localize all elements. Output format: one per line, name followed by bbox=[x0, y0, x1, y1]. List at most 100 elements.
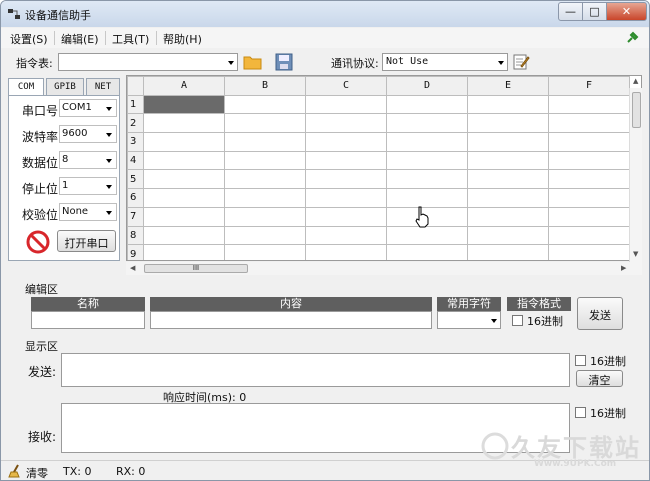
grid-cell[interactable] bbox=[305, 169, 387, 190]
menu-tools[interactable]: 工具(T) bbox=[112, 31, 149, 47]
grid-cell[interactable] bbox=[305, 113, 387, 134]
grid-vertical-scrollbar[interactable]: ▲ ▼ bbox=[629, 77, 642, 262]
grid-cell[interactable] bbox=[143, 132, 225, 152]
cmd-table-select[interactable] bbox=[58, 53, 238, 71]
grid-cell[interactable] bbox=[305, 150, 387, 171]
grid-corner[interactable] bbox=[127, 76, 144, 96]
clear-send-button[interactable]: 清空 bbox=[576, 370, 623, 387]
scroll-left-icon[interactable]: ◀ bbox=[130, 264, 135, 272]
clear-counters-button[interactable]: 清零 bbox=[26, 465, 48, 480]
grid-cell[interactable] bbox=[386, 244, 468, 260]
common-char-select[interactable] bbox=[437, 311, 501, 329]
grid-cell[interactable] bbox=[224, 206, 306, 227]
grid-cell[interactable] bbox=[143, 206, 225, 227]
name-input[interactable] bbox=[31, 311, 145, 329]
grid-cell[interactable] bbox=[224, 225, 306, 246]
column-header-b[interactable]: B bbox=[224, 76, 306, 96]
row-header[interactable]: 4 bbox=[127, 150, 144, 171]
content-input[interactable] bbox=[150, 311, 432, 329]
protocol-select[interactable]: Not Use bbox=[382, 53, 508, 71]
grid-cell[interactable] bbox=[467, 206, 549, 227]
grid-cell[interactable] bbox=[143, 169, 225, 190]
grid-cell[interactable] bbox=[224, 132, 306, 152]
grid-cell[interactable] bbox=[548, 150, 630, 171]
menu-settings[interactable]: 设置(S) bbox=[10, 31, 48, 47]
grid-cell[interactable] bbox=[548, 113, 630, 134]
grid-cell[interactable] bbox=[143, 188, 225, 208]
grid-cell[interactable] bbox=[548, 132, 630, 152]
grid-cell[interactable] bbox=[467, 150, 549, 171]
scroll-right-icon[interactable]: ▶ bbox=[621, 264, 626, 272]
grid-cell[interactable] bbox=[386, 113, 468, 134]
grid-cell[interactable] bbox=[467, 113, 549, 134]
baud-select[interactable]: 9600 bbox=[59, 125, 117, 143]
tab-net[interactable]: NET bbox=[86, 78, 120, 96]
grid-cell[interactable] bbox=[224, 113, 306, 134]
row-header[interactable]: 3 bbox=[127, 132, 144, 152]
grid-cell[interactable] bbox=[548, 244, 630, 260]
menu-edit[interactable]: 编辑(E) bbox=[61, 31, 99, 47]
grid-cell[interactable] bbox=[224, 94, 306, 115]
grid-cell[interactable] bbox=[305, 225, 387, 246]
scroll-down-icon[interactable]: ▼ bbox=[633, 250, 638, 258]
grid-cell[interactable] bbox=[386, 188, 468, 208]
grid-cell[interactable] bbox=[467, 94, 549, 115]
edit-hex-checkbox[interactable] bbox=[512, 315, 523, 326]
grid-cell[interactable] bbox=[224, 169, 306, 190]
grid-cell-selected[interactable] bbox=[143, 94, 225, 115]
grid-cell[interactable] bbox=[305, 188, 387, 208]
broom-icon[interactable] bbox=[8, 464, 22, 478]
grid-cell[interactable] bbox=[548, 94, 630, 115]
column-header-f[interactable]: F bbox=[548, 76, 630, 96]
row-header[interactable]: 6 bbox=[127, 188, 144, 208]
grid-horizontal-scrollbar[interactable]: ◀ III ▶ bbox=[126, 262, 642, 275]
port-select[interactable]: COM1 bbox=[59, 99, 117, 117]
row-header[interactable]: 2 bbox=[127, 113, 144, 134]
grid-cell[interactable] bbox=[548, 188, 630, 208]
grid-cell[interactable] bbox=[143, 244, 225, 260]
folder-open-icon[interactable] bbox=[243, 53, 263, 71]
grid-cell[interactable] bbox=[386, 132, 468, 152]
minimize-button[interactable]: — bbox=[558, 2, 583, 21]
column-header-c[interactable]: C bbox=[305, 76, 387, 96]
close-button[interactable]: ✕ bbox=[606, 2, 647, 21]
grid-cell[interactable] bbox=[305, 132, 387, 152]
grid-cell[interactable] bbox=[548, 225, 630, 246]
column-header-a[interactable]: A bbox=[143, 76, 225, 96]
parity-select[interactable]: None bbox=[59, 203, 117, 221]
grid-cell[interactable] bbox=[548, 206, 630, 227]
grid-cell[interactable] bbox=[305, 94, 387, 115]
grid-cell[interactable] bbox=[467, 244, 549, 260]
scroll-up-icon[interactable]: ▲ bbox=[633, 77, 638, 85]
grid-cell[interactable] bbox=[143, 225, 225, 246]
pin-icon[interactable] bbox=[625, 31, 639, 45]
scroll-thumb[interactable]: III bbox=[144, 264, 248, 273]
row-header[interactable]: 5 bbox=[127, 169, 144, 190]
stopbits-select[interactable]: 1 bbox=[59, 177, 117, 195]
tab-gpib[interactable]: GPIB bbox=[46, 78, 84, 96]
grid-cell[interactable] bbox=[467, 169, 549, 190]
menu-help[interactable]: 帮助(H) bbox=[163, 31, 202, 47]
grid-cell[interactable] bbox=[386, 150, 468, 171]
grid-cell[interactable] bbox=[305, 206, 387, 227]
row-header[interactable]: 8 bbox=[127, 225, 144, 246]
grid-cell[interactable] bbox=[143, 150, 225, 171]
row-header[interactable]: 1 bbox=[127, 94, 144, 115]
grid-cell[interactable] bbox=[467, 225, 549, 246]
column-header-e[interactable]: E bbox=[467, 76, 549, 96]
grid-cell[interactable] bbox=[386, 94, 468, 115]
send-textarea[interactable] bbox=[61, 353, 570, 387]
grid-cell[interactable] bbox=[548, 169, 630, 190]
grid-cell[interactable] bbox=[224, 244, 306, 260]
maximize-button[interactable]: □ bbox=[582, 2, 607, 21]
row-header[interactable]: 9 bbox=[127, 244, 144, 260]
grid-cell[interactable] bbox=[224, 188, 306, 208]
column-header-d[interactable]: D bbox=[386, 76, 468, 96]
send-button[interactable]: 发送 bbox=[577, 297, 623, 330]
recv-hex-checkbox[interactable] bbox=[575, 407, 586, 418]
grid-cell[interactable] bbox=[467, 132, 549, 152]
open-port-button[interactable]: 打开串口 bbox=[57, 230, 116, 252]
grid-cell[interactable] bbox=[224, 150, 306, 171]
edit-note-icon[interactable] bbox=[513, 53, 530, 70]
grid-cell[interactable] bbox=[386, 169, 468, 190]
